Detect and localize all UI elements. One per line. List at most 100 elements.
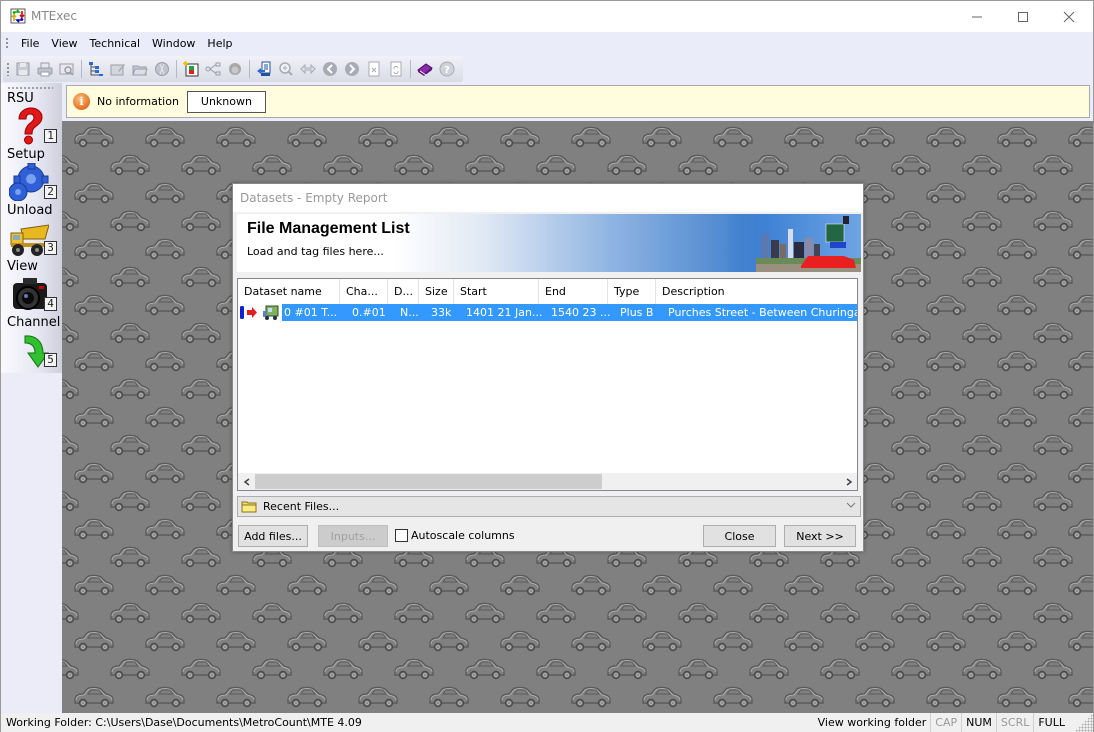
arrow-down-icon — [24, 335, 49, 368]
manual-button[interactable] — [414, 58, 436, 80]
maximize-button[interactable] — [1000, 1, 1046, 32]
table-row[interactable]: 0 #01 T... 0.#01 N... 33k 1401 21 Jan...… — [238, 304, 857, 321]
nav-grip[interactable] — [7, 87, 53, 89]
autoscale-columns-checkbox[interactable]: Autoscale columns — [395, 529, 515, 542]
nav-item-setup[interactable]: Setup 2 — [1, 147, 62, 203]
close-document-button[interactable] — [363, 58, 385, 80]
autoscale-columns-label: Autoscale columns — [411, 529, 515, 542]
num-lock-indicator: NUM — [961, 713, 996, 732]
nav-label: RSU — [7, 91, 34, 106]
import-icon — [257, 61, 271, 76]
checkbox-box[interactable] — [395, 529, 408, 542]
save-icon — [16, 62, 30, 76]
nav-shortcut-number: 4 — [44, 297, 57, 311]
nav-shortcut-number: 3 — [44, 241, 57, 255]
nav-item-channel[interactable]: Channel 5 — [1, 315, 62, 371]
scroll-right-button[interactable] — [840, 473, 857, 490]
tagged-marker-icon — [240, 305, 279, 320]
window-title: MTExec — [31, 9, 77, 23]
horizontal-scrollbar[interactable] — [238, 473, 857, 490]
row-status-icons — [238, 304, 282, 321]
toolbar-separator — [410, 60, 411, 78]
refresh-document-button[interactable] — [385, 58, 407, 80]
column-header-description[interactable]: Description — [656, 279, 857, 304]
caps-lock-indicator: CAP — [930, 713, 961, 732]
person-button[interactable] — [224, 58, 246, 80]
close-icon — [1063, 11, 1075, 22]
help-button[interactable]: ? — [436, 58, 458, 80]
import-button[interactable] — [253, 58, 275, 80]
scroll-left-button[interactable] — [238, 473, 255, 490]
cell-d: N... — [394, 304, 425, 321]
sensor-button[interactable] — [151, 58, 173, 80]
column-header-end[interactable]: End — [539, 279, 608, 304]
menu-file[interactable]: File — [18, 32, 45, 55]
fit-width-button[interactable] — [297, 58, 319, 80]
zoom-in-button[interactable] — [275, 58, 297, 80]
new-report-icon — [183, 61, 199, 77]
resize-grip[interactable] — [1075, 713, 1093, 732]
unknown-status-button[interactable]: Unknown — [186, 90, 266, 113]
city-traffic-image — [726, 214, 861, 272]
minimize-button[interactable] — [954, 1, 1000, 32]
column-header-dataset-name[interactable]: Dataset name — [238, 279, 340, 304]
scroll-lock-indicator: SCRL — [995, 713, 1033, 732]
next-button[interactable]: Next >> — [784, 525, 856, 547]
list-header: Dataset name Cha... D... Size Start End … — [238, 279, 857, 304]
chevron-right-icon — [846, 477, 852, 486]
datasets-dialog: Datasets - Empty Report File Management … — [232, 183, 864, 552]
vehicle-counter-icon — [263, 305, 279, 320]
chevron-left-icon — [243, 477, 249, 486]
print-preview-button[interactable] — [56, 58, 78, 80]
column-header-start[interactable]: Start — [454, 279, 539, 304]
inputs-button[interactable]: Inputs... — [318, 525, 388, 547]
toolbar-separator — [249, 60, 250, 78]
edit-button[interactable] — [107, 58, 129, 80]
info-bar-panel: i No information Unknown — [66, 85, 1090, 118]
tree-view-button[interactable] — [85, 58, 107, 80]
column-header-channel[interactable]: Cha... — [340, 279, 388, 304]
forward-button[interactable] — [341, 58, 363, 80]
nav-shortcut-number: 5 — [44, 353, 57, 367]
column-header-size[interactable]: Size — [419, 279, 454, 304]
view-working-folder-link[interactable]: View working folder — [814, 713, 931, 732]
banner-subtitle: Load and tag files here... — [247, 245, 384, 258]
dialog-banner: File Management List Load and tag files … — [237, 214, 861, 272]
print-button[interactable] — [34, 58, 56, 80]
nav-item-unload[interactable]: Unload 3 — [1, 203, 62, 259]
menu-grip[interactable] — [6, 37, 8, 50]
share-button[interactable] — [202, 58, 224, 80]
nav-item-rsu[interactable]: RSU 1 — [1, 91, 62, 147]
app-window: MTExec File View Technical Window Help ?… — [0, 0, 1094, 732]
column-header-type[interactable]: Type — [608, 279, 656, 304]
cell-size: 33k — [425, 304, 460, 321]
column-header-d[interactable]: D... — [388, 279, 419, 304]
cell-description: Purches Street - Between Churinga Street — [662, 304, 857, 321]
scrollbar-thumb[interactable] — [255, 474, 602, 489]
banner-title: File Management List — [247, 220, 410, 237]
fit-width-icon — [300, 63, 316, 75]
menu-technical[interactable]: Technical — [84, 32, 147, 55]
add-files-button[interactable]: Add files... — [238, 525, 308, 547]
dataset-list[interactable]: Dataset name Cha... D... Size Start End … — [237, 278, 858, 491]
toolbar-grip[interactable] — [7, 62, 9, 76]
cell-type: Plus B — [614, 304, 662, 321]
recent-files-dropdown[interactable]: Recent Files... — [237, 496, 861, 517]
menu-window[interactable]: Window — [146, 32, 201, 55]
menu-view[interactable]: View — [45, 32, 83, 55]
new-report-button[interactable] — [180, 58, 202, 80]
save-button[interactable] — [12, 58, 34, 80]
sensor-icon — [155, 62, 169, 76]
camera-icon — [13, 278, 47, 310]
dialog-title-bar[interactable]: Datasets - Empty Report — [233, 184, 863, 212]
close-window-button[interactable] — [1046, 1, 1092, 32]
close-button[interactable]: Close — [703, 525, 776, 547]
cell-channel: 0.#01 — [346, 304, 394, 321]
back-button[interactable] — [319, 58, 341, 80]
status-bar: Working Folder: C:\Users\Dase\Documents\… — [1, 713, 1093, 732]
open-folder-button[interactable] — [129, 58, 151, 80]
tree-view-icon — [89, 62, 103, 76]
nav-item-view[interactable]: View 4 — [1, 259, 62, 315]
print-preview-icon — [59, 63, 74, 76]
menu-help[interactable]: Help — [201, 32, 238, 55]
